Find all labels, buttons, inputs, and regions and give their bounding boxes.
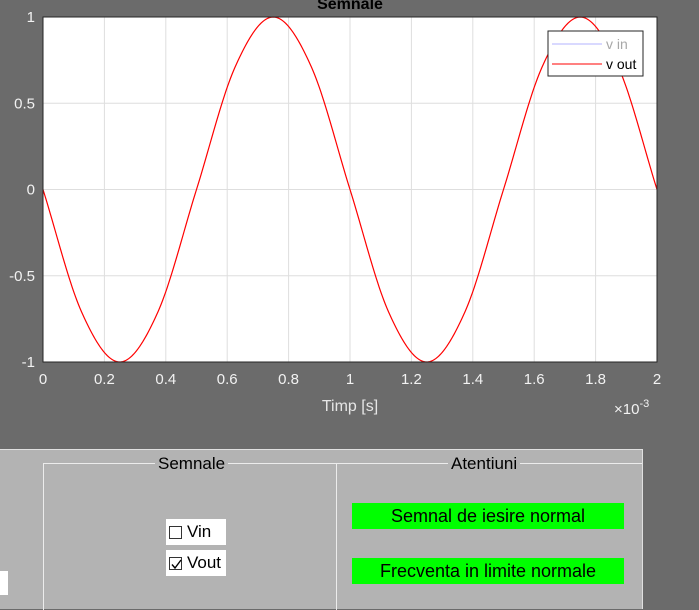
x-tick-label: 0	[39, 371, 47, 388]
left-input-field[interactable]	[0, 571, 8, 595]
check-icon	[171, 559, 182, 569]
x-tick-label: 0.2	[94, 371, 115, 388]
x-tick-label: 0.6	[217, 371, 238, 388]
legend-label-vout: v out	[606, 56, 636, 72]
vin-checkbox[interactable]: Vin	[166, 519, 226, 545]
left-group-fragment	[0, 463, 43, 609]
legend-label-vin: v in	[606, 36, 628, 52]
y-tick-label: -0.5	[9, 268, 35, 285]
y-axis-label-fragment: :	[0, 133, 1, 150]
signals-group: Semnale Vin Vout	[43, 454, 336, 610]
x-tick-label: 0.4	[155, 371, 176, 388]
y-tick-label: 0	[27, 182, 35, 199]
y-tick-label: -1	[22, 354, 35, 371]
x-tick-label: 1	[346, 371, 354, 388]
vout-checkbox-label: Vout	[187, 553, 222, 572]
x-tick-label: 0.8	[278, 371, 299, 388]
y-tick-label: 0.5	[14, 95, 35, 112]
alerts-group: Atentiuni	[336, 454, 642, 610]
x-axis-exponent: ×10-3	[614, 398, 649, 418]
vin-checkbox-label: Vin	[187, 522, 212, 541]
alerts-group-title: Atentiuni	[448, 454, 521, 474]
signals-plot[interactable]: Semnale 0 0.2 0.4 0.6 0.8 1 1.2 1.4 1.6 1.8 2 1 0.5 0…	[0, 0, 699, 449]
x-tick-label: 1.6	[524, 371, 545, 388]
legend[interactable]: v in v out	[547, 30, 644, 77]
plot-title: Semnale	[317, 0, 383, 13]
x-tick-label: 1.8	[585, 371, 606, 388]
vin-checkbox-box[interactable]	[169, 525, 182, 539]
vout-checkbox[interactable]: Vout	[166, 550, 226, 576]
output-signal-status: Semnal de iesire normal	[352, 503, 624, 529]
vout-checkbox-box[interactable]	[169, 556, 182, 570]
signals-group-title: Semnale	[155, 454, 229, 474]
x-tick-label: 1.4	[462, 371, 483, 388]
x-tick-label: 1.2	[401, 371, 422, 388]
y-tick-label: 1	[27, 9, 35, 26]
frequency-status: Frecventa in limite normale	[352, 558, 624, 584]
x-tick-label: 2	[653, 371, 661, 388]
control-panel: Semnale Vin Vout Atentiuni Semnal de ies…	[0, 449, 643, 610]
x-axis-label: Timp [s]	[322, 398, 378, 415]
